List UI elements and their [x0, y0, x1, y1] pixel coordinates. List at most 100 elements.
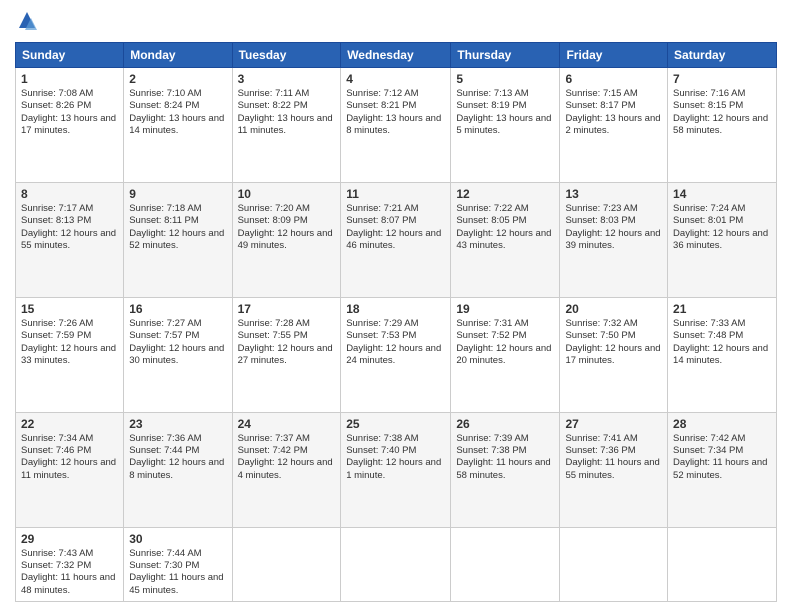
day-detail: Sunrise: 7:23 AMSunset: 8:03 PMDaylight:…: [565, 203, 662, 252]
table-row: 20Sunrise: 7:32 AMSunset: 7:50 PMDayligh…: [560, 297, 668, 412]
table-row: 19 Sunrise: 7:31 AMSunset: 7:52 PMDayligh…: [451, 297, 560, 412]
day-detail: Sunrise: 7:24 AMSunset: 8:01 PMDaylight:…: [673, 203, 771, 252]
table-row: 22 Sunrise: 7:34 AMSunset: 7:46 PMDayligh…: [16, 412, 124, 527]
day-detail: Sunrise: 7:38 AMSunset: 7:40 PMDaylight:…: [346, 433, 445, 482]
table-row: 18 Sunrise: 7:29 AMSunset: 7:53 PMDayligh…: [341, 297, 451, 412]
day-number: 22: [21, 417, 118, 431]
day-detail: Sunrise: 7:42 AMSunset: 7:34 PMDaylight:…: [673, 433, 771, 482]
day-number: 13: [565, 187, 662, 201]
day-number: 28: [673, 417, 771, 431]
table-row: 3 Sunrise: 7:11 AMSunset: 8:22 PMDaylight…: [232, 68, 341, 183]
day-number: 10: [238, 187, 336, 201]
table-row: 17 Sunrise: 7:28 AMSunset: 7:55 PMDayligh…: [232, 297, 341, 412]
day-detail: Sunrise: 7:27 AMSunset: 7:57 PMDaylight:…: [129, 318, 226, 367]
day-number: 18: [346, 302, 445, 316]
table-row: 28 Sunrise: 7:42 AMSunset: 7:34 PMDayligh…: [668, 412, 777, 527]
table-row: 21 Sunrise: 7:33 AMSunset: 7:48 PMDayligh…: [668, 297, 777, 412]
day-detail: Sunrise: 7:34 AMSunset: 7:46 PMDaylight:…: [21, 433, 118, 482]
day-detail: Sunrise: 7:28 AMSunset: 7:55 PMDaylight:…: [238, 318, 336, 367]
day-detail: Sunrise: 7:43 AMSunset: 7:32 PMDaylight:…: [21, 548, 118, 597]
day-number: 17: [238, 302, 336, 316]
day-number: 12: [456, 187, 554, 201]
day-detail: Sunrise: 7:15 AMSunset: 8:17 PMDaylight:…: [565, 88, 662, 137]
header: [15, 10, 777, 34]
day-detail: Sunrise: 7:33 AMSunset: 7:48 PMDaylight:…: [673, 318, 771, 367]
day-detail: Sunrise: 7:44 AMSunset: 7:30 PMDaylight:…: [129, 548, 226, 597]
col-saturday: Saturday: [668, 43, 777, 68]
table-row: 30 Sunrise: 7:44 AMSunset: 7:30 PMDayligh…: [124, 527, 232, 601]
table-row: 10 Sunrise: 7:20 AMSunset: 8:09 PMDayligh…: [232, 182, 341, 297]
day-detail: Sunrise: 7:39 AMSunset: 7:38 PMDaylight:…: [456, 433, 554, 482]
day-number: 7: [673, 72, 771, 86]
table-row: 13 Sunrise: 7:23 AMSunset: 8:03 PMDayligh…: [560, 182, 668, 297]
day-detail: Sunrise: 7:11 AMSunset: 8:22 PMDaylight:…: [238, 88, 336, 137]
day-number: 16: [129, 302, 226, 316]
day-number: 11: [346, 187, 445, 201]
col-tuesday: Tuesday: [232, 43, 341, 68]
day-number: 3: [238, 72, 336, 86]
table-row: 5Sunrise: 7:13 AMSunset: 8:19 PMDaylight…: [451, 68, 560, 183]
day-detail: Sunrise: 7:12 AMSunset: 8:21 PMDaylight:…: [346, 88, 445, 137]
day-detail: Sunrise: 7:29 AMSunset: 7:53 PMDaylight:…: [346, 318, 445, 367]
week-row-4: 22 Sunrise: 7:34 AMSunset: 7:46 PMDayligh…: [16, 412, 777, 527]
week-row-5: 29 Sunrise: 7:43 AMSunset: 7:32 PMDayligh…: [16, 527, 777, 601]
day-number: 24: [238, 417, 336, 431]
day-detail: Sunrise: 7:16 AMSunset: 8:15 PMDaylight:…: [673, 88, 771, 137]
day-number: 19: [456, 302, 554, 316]
week-row-1: 1Sunrise: 7:08 AMSunset: 8:26 PMDaylight…: [16, 68, 777, 183]
day-number: 5: [456, 72, 554, 86]
header-row: Sunday Monday Tuesday Wednesday Thursday…: [16, 43, 777, 68]
table-row: 16 Sunrise: 7:27 AMSunset: 7:57 PMDayligh…: [124, 297, 232, 412]
day-detail: Sunrise: 7:36 AMSunset: 7:44 PMDaylight:…: [129, 433, 226, 482]
day-detail: Sunrise: 7:26 AMSunset: 7:59 PMDaylight:…: [21, 318, 118, 367]
col-thursday: Thursday: [451, 43, 560, 68]
table-row: 29 Sunrise: 7:43 AMSunset: 7:32 PMDayligh…: [16, 527, 124, 601]
day-number: 15: [21, 302, 118, 316]
logo-icon: [15, 10, 39, 34]
day-number: 20: [565, 302, 662, 316]
day-detail: Sunrise: 7:37 AMSunset: 7:42 PMDaylight:…: [238, 433, 336, 482]
col-monday: Monday: [124, 43, 232, 68]
table-row: 14Sunrise: 7:24 AMSunset: 8:01 PMDayligh…: [668, 182, 777, 297]
table-row: 1Sunrise: 7:08 AMSunset: 8:26 PMDaylight…: [16, 68, 124, 183]
week-row-2: 8 Sunrise: 7:17 AMSunset: 8:13 PMDaylight…: [16, 182, 777, 297]
table-row: 23 Sunrise: 7:36 AMSunset: 7:44 PMDayligh…: [124, 412, 232, 527]
day-detail: Sunrise: 7:41 AMSunset: 7:36 PMDaylight:…: [565, 433, 662, 482]
table-row: [232, 527, 341, 601]
day-number: 21: [673, 302, 771, 316]
week-row-3: 15 Sunrise: 7:26 AMSunset: 7:59 PMDayligh…: [16, 297, 777, 412]
table-row: 26 Sunrise: 7:39 AMSunset: 7:38 PMDayligh…: [451, 412, 560, 527]
day-detail: Sunrise: 7:22 AMSunset: 8:05 PMDaylight:…: [456, 203, 554, 252]
day-number: 9: [129, 187, 226, 201]
table-row: 8 Sunrise: 7:17 AMSunset: 8:13 PMDaylight…: [16, 182, 124, 297]
table-row: [560, 527, 668, 601]
col-friday: Friday: [560, 43, 668, 68]
table-row: 4Sunrise: 7:12 AMSunset: 8:21 PMDaylight…: [341, 68, 451, 183]
day-number: 6: [565, 72, 662, 86]
day-detail: Sunrise: 7:10 AMSunset: 8:24 PMDaylight:…: [129, 88, 226, 137]
page: Sunday Monday Tuesday Wednesday Thursday…: [0, 0, 792, 612]
day-number: 26: [456, 417, 554, 431]
day-detail: Sunrise: 7:31 AMSunset: 7:52 PMDaylight:…: [456, 318, 554, 367]
day-number: 29: [21, 532, 118, 546]
logo: [15, 10, 43, 34]
table-row: 6 Sunrise: 7:15 AMSunset: 8:17 PMDaylight…: [560, 68, 668, 183]
table-row: 12 Sunrise: 7:22 AMSunset: 8:05 PMDayligh…: [451, 182, 560, 297]
day-number: 27: [565, 417, 662, 431]
day-number: 2: [129, 72, 226, 86]
table-row: 24 Sunrise: 7:37 AMSunset: 7:42 PMDayligh…: [232, 412, 341, 527]
table-row: 25 Sunrise: 7:38 AMSunset: 7:40 PMDayligh…: [341, 412, 451, 527]
day-number: 23: [129, 417, 226, 431]
col-sunday: Sunday: [16, 43, 124, 68]
day-detail: Sunrise: 7:20 AMSunset: 8:09 PMDaylight:…: [238, 203, 336, 252]
day-number: 30: [129, 532, 226, 546]
day-number: 8: [21, 187, 118, 201]
table-row: [341, 527, 451, 601]
table-row: [451, 527, 560, 601]
calendar-table: Sunday Monday Tuesday Wednesday Thursday…: [15, 42, 777, 602]
table-row: [668, 527, 777, 601]
day-detail: Sunrise: 7:17 AMSunset: 8:13 PMDaylight:…: [21, 203, 118, 252]
day-detail: Sunrise: 7:21 AMSunset: 8:07 PMDaylight:…: [346, 203, 445, 252]
table-row: 2 Sunrise: 7:10 AMSunset: 8:24 PMDaylight…: [124, 68, 232, 183]
day-number: 25: [346, 417, 445, 431]
